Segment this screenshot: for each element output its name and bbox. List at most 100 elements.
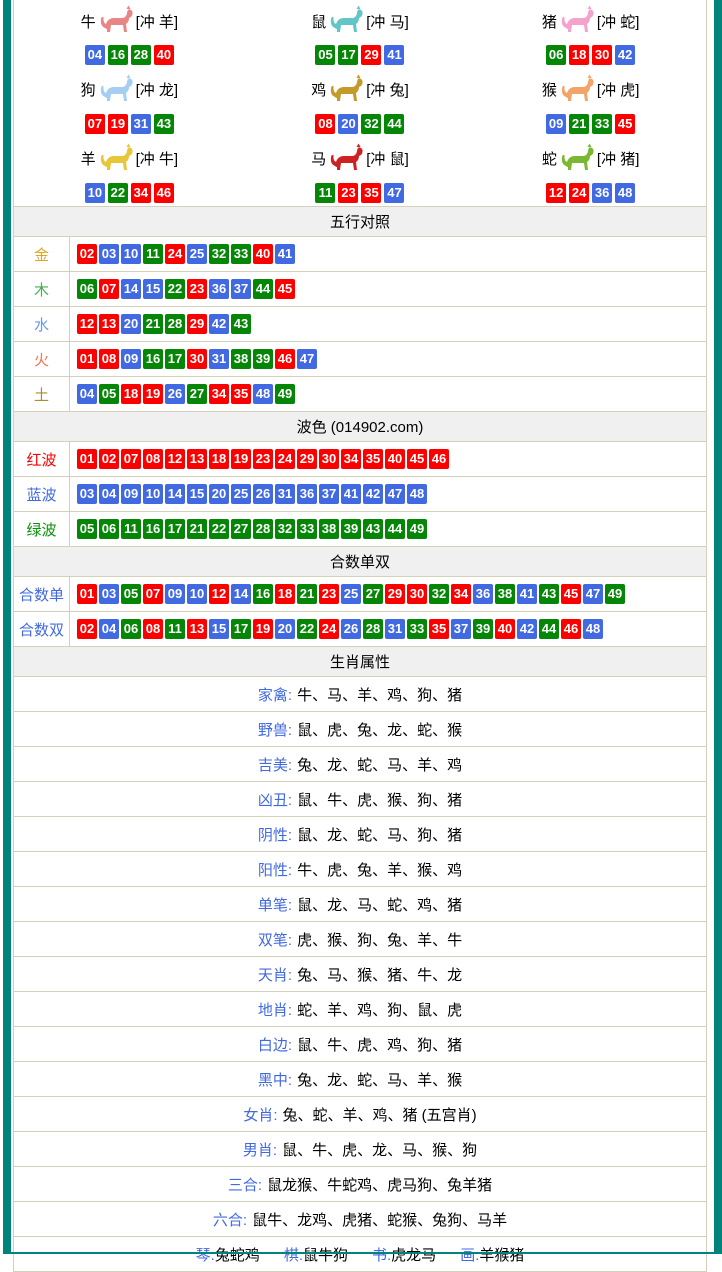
number-ball: 07 bbox=[99, 279, 119, 299]
number-ball: 13 bbox=[187, 449, 207, 469]
zodiac-clash-label: [冲 猪] bbox=[597, 148, 640, 169]
number-row: 红波0102070812131819232429303435404546 bbox=[14, 442, 706, 477]
number-ball: 16 bbox=[253, 584, 273, 604]
zodiac-name: 狗 bbox=[81, 79, 96, 100]
number-ball: 42 bbox=[363, 484, 383, 504]
number-ball: 08 bbox=[99, 349, 119, 369]
number-ball: 09 bbox=[546, 114, 566, 134]
attribute-label: 六合: bbox=[213, 1209, 247, 1230]
number-ball: 40 bbox=[253, 244, 273, 264]
number-ball: 21 bbox=[143, 314, 163, 334]
number-ball: 19 bbox=[231, 449, 251, 469]
number-ball: 12 bbox=[77, 314, 97, 334]
attribute-label: 阳性: bbox=[258, 859, 292, 880]
number-ball: 09 bbox=[121, 349, 141, 369]
number-ball: 17 bbox=[231, 619, 251, 639]
number-ball: 31 bbox=[209, 349, 229, 369]
number-ball: 05 bbox=[315, 45, 335, 65]
number-ball: 06 bbox=[77, 279, 97, 299]
number-ball: 22 bbox=[297, 619, 317, 639]
zodiac-cell: 马[冲 鼠]11233547 bbox=[245, 137, 476, 206]
number-ball: 36 bbox=[209, 279, 229, 299]
zodiac-name: 鼠 bbox=[311, 11, 326, 32]
zodiac-title: 马[冲 鼠] bbox=[311, 141, 409, 177]
number-ball: 48 bbox=[583, 619, 603, 639]
art-pair-label: 琴: bbox=[196, 1244, 215, 1265]
number-ball: 38 bbox=[495, 584, 515, 604]
zodiac-ball-row: 10223446 bbox=[85, 183, 174, 203]
number-ball: 40 bbox=[154, 45, 174, 65]
number-ball: 12 bbox=[165, 449, 185, 469]
number-ball: 02 bbox=[77, 619, 97, 639]
number-ball: 18 bbox=[121, 384, 141, 404]
attribute-value: 牛、虎、兔、羊、猴、鸡 bbox=[297, 859, 462, 880]
number-ball: 23 bbox=[319, 584, 339, 604]
zodiac-name: 猴 bbox=[542, 79, 557, 100]
number-ball: 30 bbox=[407, 584, 427, 604]
number-ball: 38 bbox=[319, 519, 339, 539]
zodiac-title: 狗[冲 龙] bbox=[81, 72, 179, 108]
number-ball: 08 bbox=[315, 114, 335, 134]
number-ball: 15 bbox=[187, 484, 207, 504]
number-ball: 14 bbox=[165, 484, 185, 504]
number-ball: 22 bbox=[108, 183, 128, 203]
attribute-row: 凶丑:鼠、牛、虎、猴、狗、猪 bbox=[14, 782, 706, 817]
number-ball: 03 bbox=[99, 584, 119, 604]
attribute-value: 兔、蛇、羊、鸡、猪 (五宫肖) bbox=[283, 1104, 477, 1125]
number-ball: 25 bbox=[231, 484, 251, 504]
number-ball: 48 bbox=[615, 183, 635, 203]
number-ball: 24 bbox=[569, 183, 589, 203]
number-ball: 33 bbox=[407, 619, 427, 639]
number-ball: 21 bbox=[297, 584, 317, 604]
number-ball: 41 bbox=[517, 584, 537, 604]
art-pair-label: 书: bbox=[372, 1244, 391, 1265]
number-ball: 19 bbox=[108, 114, 128, 134]
number-ball: 21 bbox=[569, 114, 589, 134]
number-ball: 45 bbox=[615, 114, 635, 134]
frame-border-left bbox=[3, 0, 11, 1254]
number-ball: 46 bbox=[561, 619, 581, 639]
number-ball: 25 bbox=[187, 244, 207, 264]
attribute-value: 鼠、牛、虎、龙、马、猴、狗 bbox=[282, 1139, 477, 1160]
attribute-value: 鼠、虎、兔、龙、蛇、猴 bbox=[297, 719, 462, 740]
attribute-value: 鼠、牛、虎、鸡、狗、猪 bbox=[297, 1034, 462, 1055]
attribute-label: 三合: bbox=[228, 1174, 262, 1195]
number-ball: 03 bbox=[77, 484, 97, 504]
number-ball: 29 bbox=[187, 314, 207, 334]
number-ball: 41 bbox=[275, 244, 295, 264]
number-ball: 32 bbox=[275, 519, 295, 539]
number-ball: 16 bbox=[108, 45, 128, 65]
number-ball: 12 bbox=[546, 183, 566, 203]
row-balls: 0204060811131517192022242628313335373940… bbox=[70, 612, 603, 646]
number-ball: 43 bbox=[539, 584, 559, 604]
number-ball: 20 bbox=[121, 314, 141, 334]
attribute-value: 鼠、龙、马、蛇、鸡、猪 bbox=[297, 894, 462, 915]
rat-icon bbox=[328, 5, 364, 37]
number-ball: 42 bbox=[615, 45, 635, 65]
attribute-row: 阴性:鼠、龙、蛇、马、狗、猪 bbox=[14, 817, 706, 852]
number-ball: 12 bbox=[209, 584, 229, 604]
attribute-value: 鼠、龙、蛇、马、狗、猪 bbox=[297, 824, 462, 845]
number-ball: 11 bbox=[315, 183, 335, 203]
attribute-label: 吉美: bbox=[258, 754, 292, 775]
monkey-icon bbox=[559, 74, 595, 106]
zodiac-name: 鸡 bbox=[311, 79, 326, 100]
attribute-value: 兔、马、猴、猪、牛、龙 bbox=[297, 964, 462, 985]
number-ball: 23 bbox=[253, 449, 273, 469]
attribute-row-arts: 琴:兔蛇鸡棋:鼠牛狗书:虎龙马画:羊猴猪 bbox=[14, 1237, 706, 1272]
zodiac-cell: 猴[冲 虎]09213345 bbox=[475, 69, 706, 138]
number-ball: 47 bbox=[385, 484, 405, 504]
row-balls: 1213202128294243 bbox=[70, 307, 251, 341]
number-ball: 49 bbox=[605, 584, 625, 604]
number-ball: 24 bbox=[165, 244, 185, 264]
attribute-value: 鼠牛、龙鸡、虎猪、蛇猴、兔狗、马羊 bbox=[252, 1209, 507, 1230]
number-ball: 40 bbox=[385, 449, 405, 469]
section-header-sum-odd-even: 合数单双 bbox=[14, 547, 706, 577]
row-label: 合数双 bbox=[14, 612, 70, 646]
number-ball: 30 bbox=[592, 45, 612, 65]
number-ball: 11 bbox=[165, 619, 185, 639]
section-header-wave-colors: 波色 (014902.com) bbox=[14, 412, 706, 442]
number-ball: 19 bbox=[253, 619, 273, 639]
row-balls: 0103050709101214161821232527293032343638… bbox=[70, 577, 625, 611]
attribute-row: 黑中:兔、龙、蛇、马、羊、猴 bbox=[14, 1062, 706, 1097]
